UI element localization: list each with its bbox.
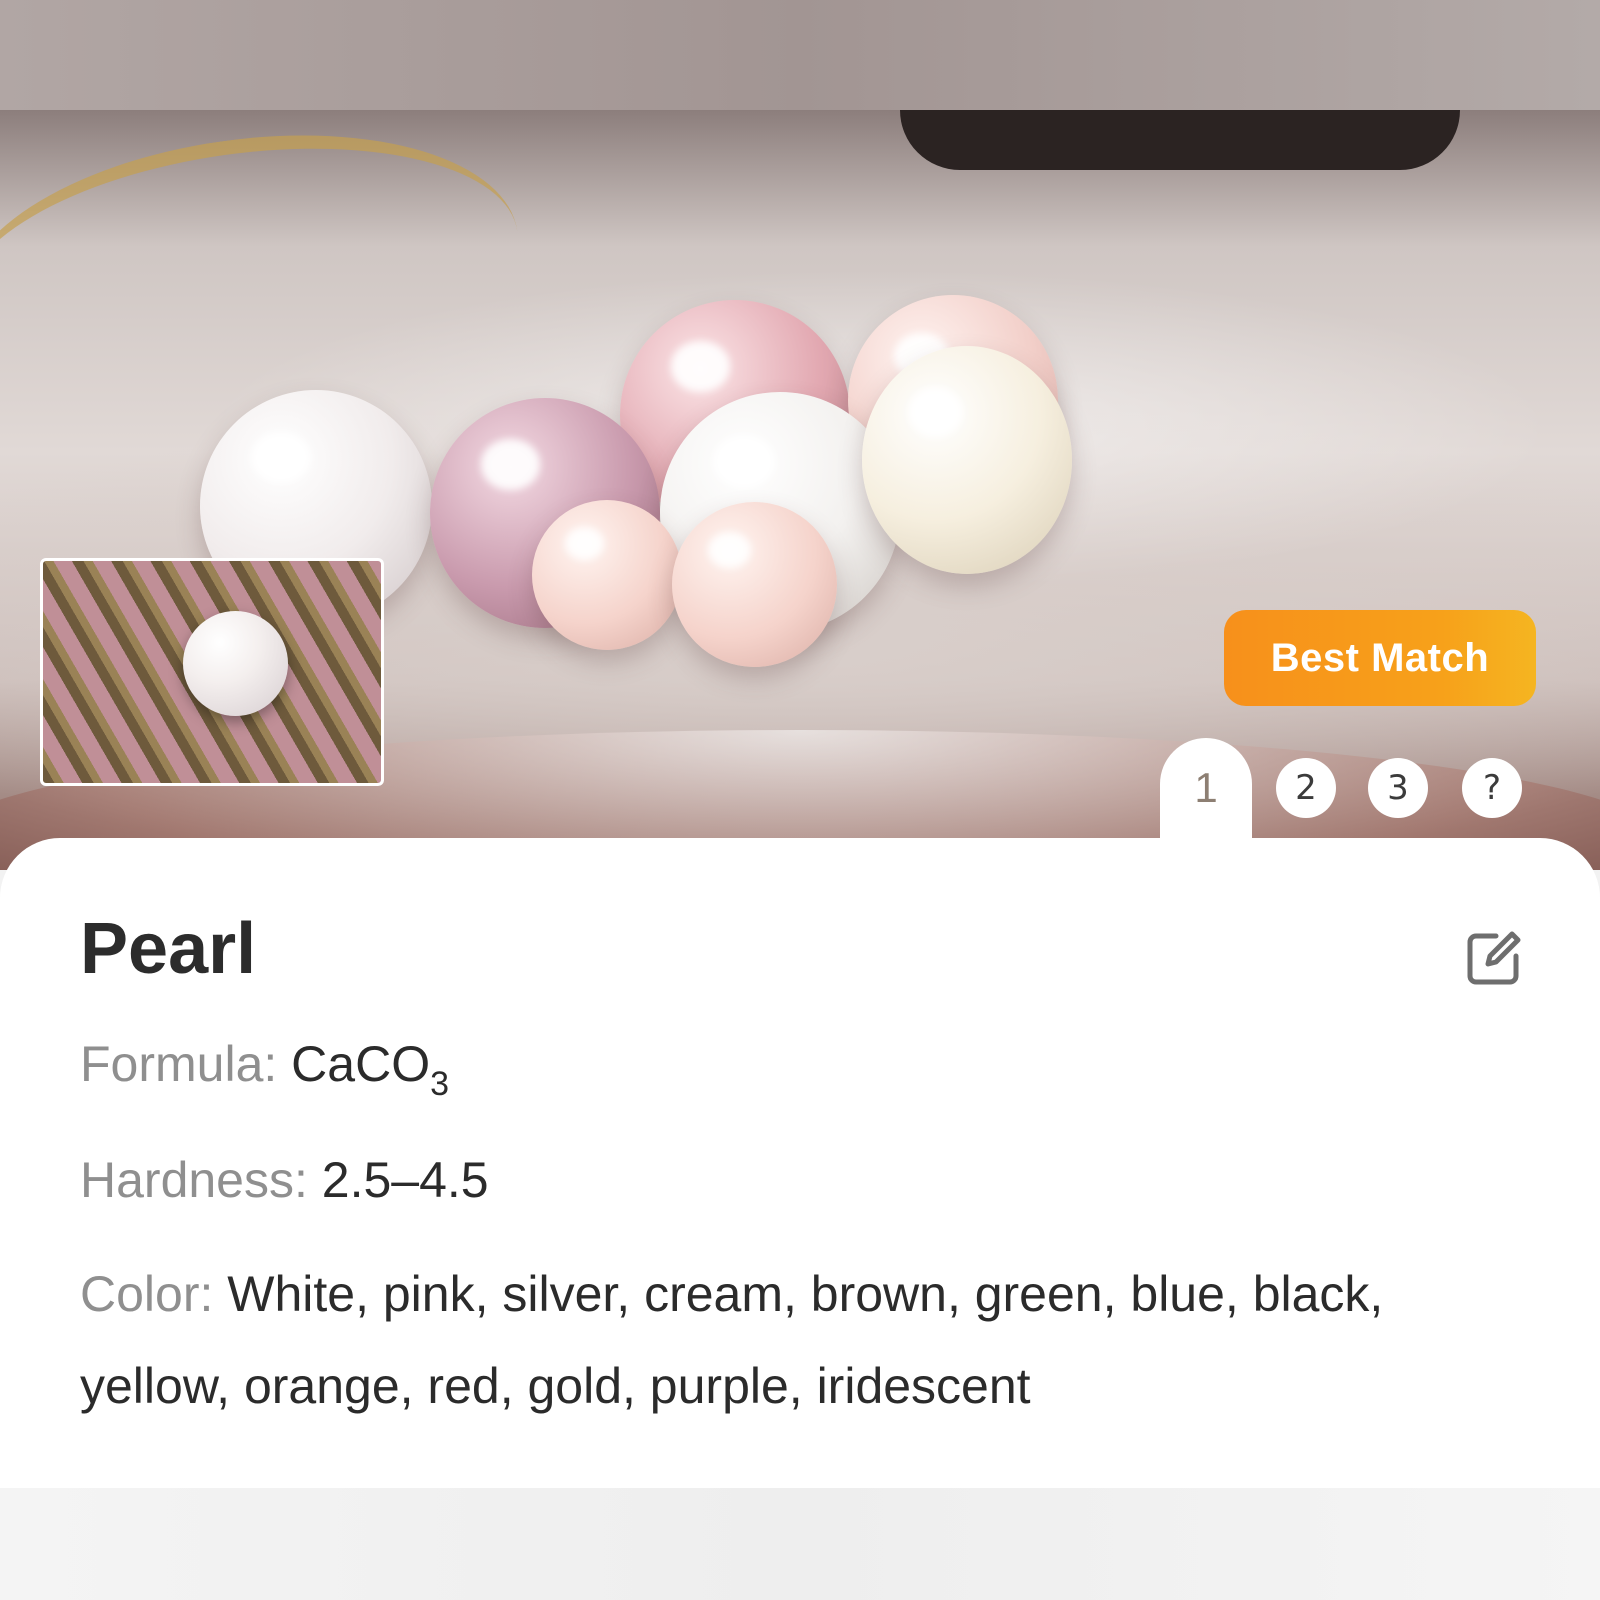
result-tab-1-label: 1	[1194, 764, 1218, 811]
formula-value: CaCO3	[291, 1036, 449, 1103]
color-label: Color:	[80, 1266, 228, 1322]
best-match-badge: Best Match	[1224, 610, 1536, 706]
pearl-image	[672, 502, 837, 667]
hardness-label: Hardness:	[80, 1152, 322, 1208]
top-background-strip	[0, 0, 1600, 110]
pearl-image	[532, 500, 682, 650]
result-tab-unknown[interactable]: ?	[1462, 758, 1522, 818]
mineral-name: Pearl	[80, 909, 257, 989]
edit-icon	[1467, 931, 1521, 985]
pearl-image	[862, 346, 1072, 574]
result-tab-2[interactable]: 2	[1276, 758, 1336, 818]
formula-row: Formula: CaCO3	[80, 1018, 449, 1116]
color-value: White, pink, silver, cream, brown, green…	[80, 1266, 1384, 1414]
result-tab-3[interactable]: 3	[1368, 758, 1428, 818]
color-row: Color: White, pink, silver, cream, brown…	[80, 1248, 1520, 1432]
thumbnail-pearl	[183, 611, 288, 716]
background-gold-curve	[0, 110, 536, 438]
edit-button[interactable]	[1462, 926, 1526, 990]
background-dark-shape	[900, 110, 1460, 170]
formula-main: CaCO	[291, 1036, 431, 1092]
captured-photo-thumbnail[interactable]	[40, 558, 384, 786]
formula-label: Formula:	[80, 1036, 292, 1092]
formula-subscript: 3	[430, 1065, 450, 1103]
bottom-background	[0, 1488, 1600, 1600]
hardness-row: Hardness: 2.5–4.5	[80, 1134, 489, 1226]
hardness-value: 2.5–4.5	[321, 1152, 489, 1208]
